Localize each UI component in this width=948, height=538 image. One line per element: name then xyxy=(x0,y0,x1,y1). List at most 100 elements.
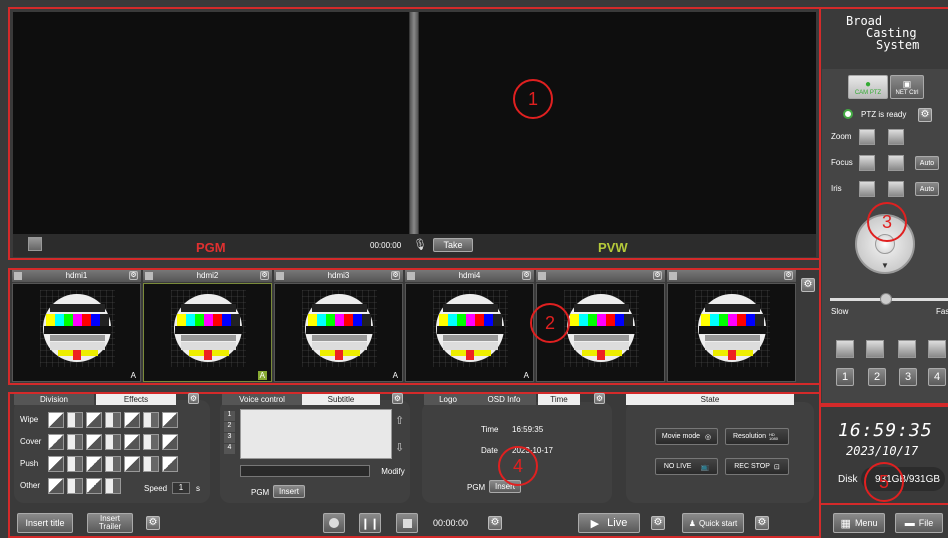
tab-logo[interactable]: Logo xyxy=(424,394,472,405)
insert-trailer-button[interactable]: Insert Trailer xyxy=(87,513,133,533)
inputs-settings-gear-icon[interactable]: ⚙ xyxy=(801,278,815,292)
take-button[interactable]: Take xyxy=(433,238,473,252)
subtitle-gear-icon[interactable]: ⚙ xyxy=(392,393,403,404)
subtitle-line-3[interactable]: 3 xyxy=(224,433,235,443)
focus-minus-button[interactable] xyxy=(888,155,904,171)
transition-wipe-3-button[interactable] xyxy=(86,412,102,428)
stop-button[interactable] xyxy=(396,513,418,533)
transition-cover-2-button[interactable] xyxy=(67,434,83,450)
speed-input[interactable]: 1 xyxy=(172,482,190,494)
menu-button[interactable]: ▦ Menu xyxy=(833,513,885,533)
pvw-monitor[interactable] xyxy=(419,12,816,234)
transition-wipe-2-button[interactable] xyxy=(67,412,83,428)
zoom-in-button[interactable] xyxy=(859,129,875,145)
audio-badge[interactable]: A xyxy=(524,371,529,380)
tab-effects[interactable]: Effects xyxy=(96,394,176,405)
preset-person-3-button[interactable] xyxy=(898,340,916,358)
focus-auto-button[interactable]: Auto xyxy=(915,156,939,170)
speed-slider-handle[interactable] xyxy=(880,293,892,305)
transition-cover-1-button[interactable] xyxy=(48,434,64,450)
effects-gear-icon[interactable]: ⚙ xyxy=(188,393,199,404)
live-button[interactable]: ▶ Live xyxy=(578,513,640,533)
transition-cover-3-button[interactable] xyxy=(86,434,102,450)
audio-badge[interactable]: A xyxy=(131,371,136,380)
modify-button[interactable]: Modify xyxy=(378,464,408,478)
preset-person-1-button[interactable] xyxy=(836,340,854,358)
input-gear-icon[interactable]: ⚙ xyxy=(784,271,793,280)
rec-stop-button[interactable]: REC STOP ⊡ xyxy=(725,458,789,475)
cam-ptz-tab[interactable]: ● CAM PTZ xyxy=(848,75,888,99)
transition-other-1-button[interactable] xyxy=(48,478,64,494)
zoom-out-button[interactable] xyxy=(888,129,904,145)
preset-person-4-button[interactable] xyxy=(928,340,946,358)
preset-person-2-button[interactable] xyxy=(866,340,884,358)
pause-button[interactable]: ❙❙ xyxy=(359,513,381,533)
input-preview-3[interactable]: A xyxy=(274,283,403,382)
live-gear-icon[interactable]: ⚙ xyxy=(651,516,665,530)
iris-minus-button[interactable] xyxy=(888,181,904,197)
input-gear-icon[interactable]: ⚙ xyxy=(653,271,662,280)
quick-start-gear-icon[interactable]: ⚙ xyxy=(755,516,769,530)
transition-push-2-button[interactable] xyxy=(67,456,83,472)
subtitle-line-2[interactable]: 2 xyxy=(224,422,235,432)
transition-cover-5-button[interactable] xyxy=(124,434,140,450)
input-preview-1[interactable]: A xyxy=(12,283,141,382)
transition-push-5-button[interactable] xyxy=(124,456,140,472)
subtitle-line-4[interactable]: 4 xyxy=(224,444,235,454)
insert-title-button[interactable]: Insert title xyxy=(17,513,73,533)
input-preview-4[interactable]: A xyxy=(405,283,534,382)
transition-wipe-6-button[interactable] xyxy=(143,412,159,428)
preset-4-button[interactable]: 4 xyxy=(928,368,946,386)
osd-gear-icon[interactable]: ⚙ xyxy=(594,393,605,404)
transition-wipe-1-button[interactable] xyxy=(48,412,64,428)
audio-badge[interactable]: A xyxy=(393,371,398,380)
transition-cover-4-button[interactable] xyxy=(105,434,121,450)
iris-auto-button[interactable]: Auto xyxy=(915,182,939,196)
ptz-settings-gear-icon[interactable]: ⚙ xyxy=(918,108,932,122)
preset-1-button[interactable]: 1 xyxy=(836,368,854,386)
record-button[interactable] xyxy=(323,513,345,533)
microphone-icon[interactable]: 🎙 xyxy=(413,238,427,251)
fullscreen-icon[interactable] xyxy=(28,237,42,251)
arrow-down-icon[interactable]: ⇩ xyxy=(395,441,404,454)
transition-wipe-7-button[interactable] xyxy=(162,412,178,428)
no-live-button[interactable]: NO LIVE 📺 xyxy=(655,458,718,475)
arrow-up-icon[interactable]: ⇧ xyxy=(395,414,404,427)
tab-division[interactable]: Division xyxy=(14,394,94,405)
pgm-monitor[interactable] xyxy=(13,12,409,234)
tab-time[interactable]: Time xyxy=(538,394,580,405)
transition-push-7-button[interactable] xyxy=(162,456,178,472)
quick-start-button[interactable]: ♟ Quick start xyxy=(682,513,744,533)
transition-other-2-button[interactable] xyxy=(67,478,83,494)
preset-3-button[interactable]: 3 xyxy=(899,368,917,386)
transition-push-1-button[interactable] xyxy=(48,456,64,472)
preset-2-button[interactable]: 2 xyxy=(868,368,886,386)
net-ctrl-tab[interactable]: ▣ NET Ctrl xyxy=(890,75,924,99)
transition-other-3-button[interactable] xyxy=(86,478,102,494)
tab-osd-info[interactable]: OSD Info xyxy=(472,394,536,405)
transition-cover-7-button[interactable] xyxy=(162,434,178,450)
focus-plus-button[interactable] xyxy=(859,155,875,171)
transition-wipe-5-button[interactable] xyxy=(124,412,140,428)
transition-push-3-button[interactable] xyxy=(86,456,102,472)
transition-push-4-button[interactable] xyxy=(105,456,121,472)
audio-badge[interactable]: A xyxy=(257,371,267,380)
input-gear-icon[interactable]: ⚙ xyxy=(260,271,269,280)
subtitle-line-1[interactable]: 1 xyxy=(224,411,235,421)
transition-wipe-4-button[interactable] xyxy=(105,412,121,428)
arrow-down-icon[interactable]: ▼ xyxy=(881,261,889,270)
input-preview-6[interactable] xyxy=(667,283,796,382)
subtitle-textarea[interactable] xyxy=(240,409,392,459)
input-preview-2[interactable]: A xyxy=(143,283,272,382)
resolution-button[interactable]: Resolution HD 1080 xyxy=(725,428,789,445)
transition-other-4-button[interactable] xyxy=(105,478,121,494)
transition-cover-6-button[interactable] xyxy=(143,434,159,450)
movie-mode-button[interactable]: Movie mode ◎ xyxy=(655,428,718,445)
input-gear-icon[interactable]: ⚙ xyxy=(391,271,400,280)
record-gear-icon[interactable]: ⚙ xyxy=(488,516,502,530)
iris-plus-button[interactable] xyxy=(859,181,875,197)
input-gear-icon[interactable]: ⚙ xyxy=(129,271,138,280)
voice-insert-button[interactable]: Insert xyxy=(273,485,305,498)
insert-gear-icon[interactable]: ⚙ xyxy=(146,516,160,530)
file-button[interactable]: ▬ File xyxy=(895,513,943,533)
